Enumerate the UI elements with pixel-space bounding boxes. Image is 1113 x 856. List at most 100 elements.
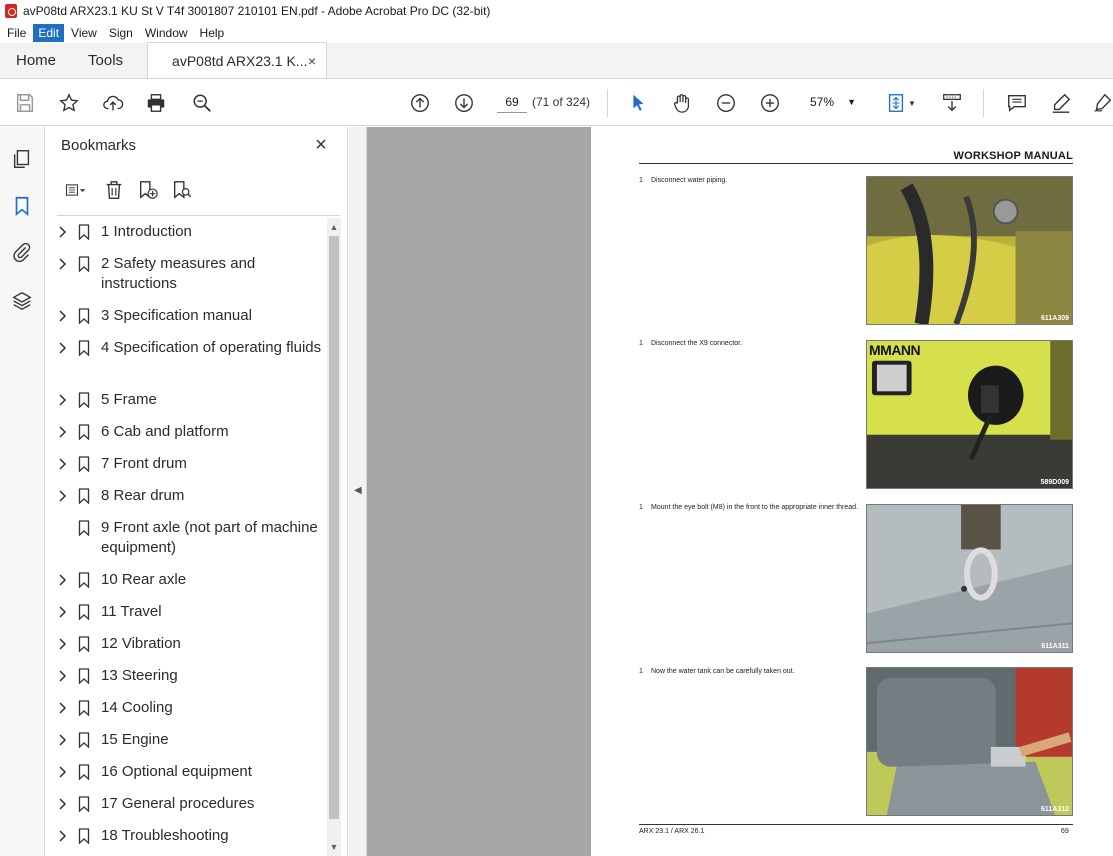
chevron-right-icon[interactable] — [58, 573, 68, 587]
new-bookmark-icon[interactable] — [135, 178, 161, 202]
bookmark-item[interactable]: 15 Engine — [45, 730, 325, 756]
find-bookmark-icon[interactable] — [169, 178, 195, 202]
tab-tools[interactable]: Tools — [72, 42, 139, 78]
menu-window[interactable]: Window — [140, 24, 193, 42]
chevron-right-icon[interactable] — [58, 765, 68, 779]
bookmark-label: 16 Optional equipment — [101, 763, 252, 780]
bookmark-item[interactable]: 10 Rear axle — [45, 570, 325, 596]
tab-document[interactable]: avP08td ARX23.1 K... × — [147, 42, 328, 78]
tab-close-icon[interactable]: × — [308, 53, 316, 69]
chevron-right-icon[interactable] — [58, 605, 68, 619]
bookmark-label: 1 Introduction — [101, 223, 192, 240]
bookmark-item[interactable]: 13 Steering — [45, 666, 325, 692]
bookmark-flag-icon — [78, 572, 90, 588]
step-number: 1 — [639, 668, 643, 675]
bookmark-item[interactable]: 17 General procedures — [45, 794, 325, 820]
scroll-mode-icon[interactable] — [940, 91, 964, 115]
menu-sign[interactable]: Sign — [104, 24, 138, 42]
chevron-right-icon[interactable] — [58, 489, 68, 503]
bookmark-item[interactable]: 11 Travel — [45, 602, 325, 628]
photo-code: 589D009 — [1040, 479, 1069, 486]
bookmark-label: 15 Engine — [101, 731, 169, 748]
bookmark-flag-icon — [78, 424, 90, 440]
print-icon[interactable] — [144, 91, 168, 115]
zoom-level-select[interactable]: 57% ▼ — [800, 91, 862, 113]
highlight-pen-icon[interactable] — [1049, 91, 1073, 115]
chevron-right-icon[interactable] — [58, 393, 68, 407]
menu-file[interactable]: File — [2, 24, 31, 42]
chevron-right-icon[interactable] — [58, 341, 68, 355]
bookmark-item[interactable]: 4 Specification of operating fluids — [45, 338, 325, 384]
bookmark-item[interactable]: 3 Specification manual — [45, 306, 325, 332]
bookmarks-scrollbar[interactable]: ▲ ▼ — [327, 218, 341, 856]
chevron-right-icon[interactable] — [58, 701, 68, 715]
zoom-search-icon[interactable] — [190, 91, 214, 115]
bookmark-label: 12 Vibration — [101, 635, 181, 652]
bookmark-item[interactable]: 5 Frame — [45, 390, 325, 416]
bookmark-item[interactable]: 12 Vibration — [45, 634, 325, 660]
page-thumbnails-icon[interactable] — [10, 147, 34, 171]
fit-dropdown-icon[interactable]: ▼ — [906, 91, 918, 115]
bookmark-item[interactable]: 16 Optional equipment — [45, 762, 325, 788]
next-page-icon[interactable] — [452, 91, 476, 115]
bookmark-item[interactable]: 7 Front drum — [45, 454, 325, 480]
step-4: 1 Now the water tank can be carefully ta… — [639, 668, 861, 676]
step-text: Mount the eye bolt (M8) in the front to … — [651, 504, 859, 511]
chevron-right-icon[interactable] — [58, 797, 68, 811]
bookmark-label: 6 Cab and platform — [101, 423, 229, 440]
menu-edit[interactable]: Edit — [33, 23, 65, 42]
photo-brand-text: MMANN — [869, 342, 921, 358]
menu-view[interactable]: View — [66, 24, 102, 42]
bookmark-flag-icon — [78, 520, 90, 536]
upload-cloud-icon[interactable] — [101, 91, 125, 115]
fit-page-icon[interactable] — [884, 91, 908, 115]
bookmark-options-icon[interactable] — [59, 178, 93, 202]
bookmark-item[interactable]: 18 Troubleshooting — [45, 826, 325, 852]
attachments-icon[interactable] — [10, 240, 34, 264]
menu-help[interactable]: Help — [195, 24, 230, 42]
bookmark-flag-icon — [78, 668, 90, 684]
bookmark-item[interactable]: 8 Rear drum — [45, 486, 325, 512]
bookmark-item[interactable]: 9 Front axle (not part of machine equipm… — [45, 518, 325, 564]
collapse-panel-handle[interactable]: ◀ — [349, 127, 367, 856]
photo-code: 611A309 — [1040, 315, 1069, 322]
chevron-right-icon[interactable] — [58, 309, 68, 323]
scroll-down-icon[interactable]: ▼ — [329, 842, 339, 852]
chevron-right-icon[interactable] — [58, 425, 68, 439]
chevron-right-icon[interactable] — [58, 669, 68, 683]
chevron-right-icon[interactable] — [58, 225, 68, 239]
zoom-in-icon[interactable] — [758, 91, 782, 115]
select-cursor-icon[interactable] — [626, 91, 650, 115]
tab-home[interactable]: Home — [0, 42, 72, 78]
zoom-out-icon[interactable] — [714, 91, 738, 115]
chevron-right-icon[interactable] — [58, 733, 68, 747]
step-number: 1 — [639, 177, 643, 184]
page-number-input[interactable]: 69 — [497, 91, 527, 113]
bookmark-item[interactable]: 1 Introduction — [45, 222, 325, 248]
chevron-right-icon[interactable] — [58, 257, 68, 271]
photo-eye-bolt: 611A311 — [866, 504, 1073, 653]
footer-rule — [639, 824, 1073, 825]
bookmarks-icon[interactable] — [10, 194, 34, 218]
chevron-right-icon[interactable] — [58, 457, 68, 471]
scroll-thumb[interactable] — [329, 236, 339, 819]
chevron-right-icon[interactable] — [58, 637, 68, 651]
bookmark-flag-icon — [78, 256, 90, 272]
save-icon[interactable] — [13, 91, 37, 115]
hand-tool-icon[interactable] — [670, 91, 694, 115]
scroll-up-icon[interactable]: ▲ — [329, 222, 339, 232]
page-count: (71 of 324) — [532, 95, 591, 109]
delete-bookmark-icon[interactable] — [101, 178, 127, 202]
bookmark-item[interactable]: 6 Cab and platform — [45, 422, 325, 448]
bookmark-item[interactable]: 14 Cooling — [45, 698, 325, 724]
close-panel-icon[interactable]: × — [311, 135, 331, 155]
chevron-down-icon: ▼ — [847, 97, 856, 107]
star-icon[interactable] — [57, 91, 81, 115]
bookmark-item[interactable]: 2 Safety measures and instructions — [45, 254, 325, 300]
chevron-right-icon[interactable] — [58, 829, 68, 843]
previous-page-icon[interactable] — [408, 91, 432, 115]
bookmark-flag-icon — [78, 732, 90, 748]
comment-icon[interactable] — [1005, 91, 1029, 115]
draw-sign-icon[interactable] — [1091, 91, 1113, 115]
layers-icon[interactable] — [10, 289, 34, 313]
